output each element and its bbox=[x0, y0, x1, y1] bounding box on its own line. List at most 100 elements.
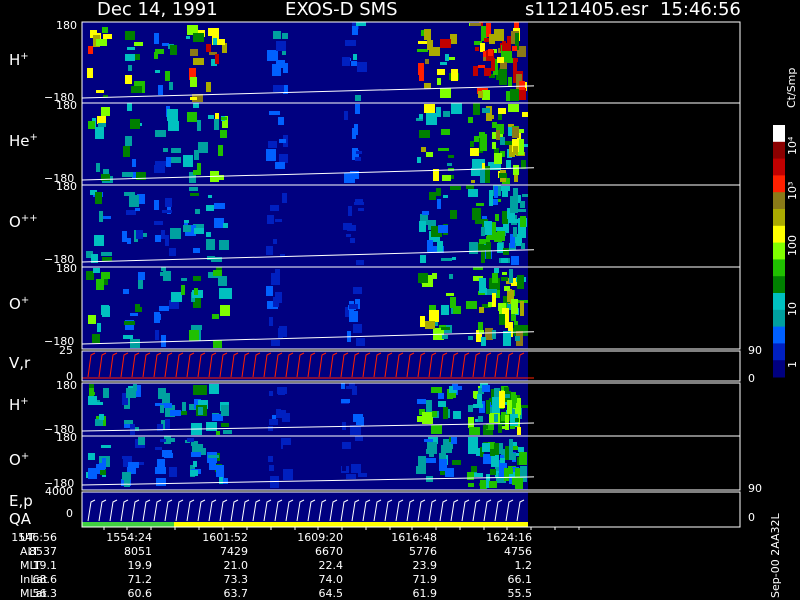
spectrogram-cell bbox=[427, 442, 437, 454]
table-cell: 1601:52 bbox=[202, 531, 248, 544]
spectrogram-cell bbox=[355, 436, 363, 441]
spectrogram-cell bbox=[130, 313, 138, 316]
spectrogram-cell bbox=[219, 39, 225, 45]
spectrogram-cell bbox=[184, 220, 189, 223]
spectrogram-cell bbox=[480, 43, 485, 52]
spectrogram-cell bbox=[357, 62, 367, 72]
spectrogram-cell bbox=[266, 149, 276, 161]
spectrogram-cell bbox=[278, 328, 283, 338]
spectrogram-cell bbox=[505, 415, 509, 430]
spectrogram-cell bbox=[198, 142, 208, 153]
spectrogram-cell bbox=[214, 218, 224, 228]
spectrogram-cell bbox=[495, 214, 499, 221]
spectrogram-cell bbox=[517, 427, 521, 435]
spectrogram-cell bbox=[515, 418, 519, 422]
spectrogram-cell bbox=[467, 472, 474, 480]
spectrogram-cell bbox=[165, 419, 170, 429]
spectrogram-cell bbox=[128, 65, 132, 71]
spectrogram-cell bbox=[351, 61, 357, 66]
spectrogram-cell bbox=[88, 121, 95, 129]
spectrogram-cell bbox=[131, 86, 142, 93]
spectrogram-cell bbox=[101, 107, 110, 116]
spectrogram-cell bbox=[468, 117, 473, 123]
spectrogram-cell bbox=[494, 414, 498, 422]
spectrogram-cell bbox=[513, 146, 518, 154]
spectrogram-cell bbox=[181, 285, 185, 295]
spectrogram-cell bbox=[499, 68, 507, 85]
spectrogram-cell bbox=[422, 211, 429, 215]
y-tick-top-6: 180 bbox=[56, 379, 77, 392]
spectrogram-cell bbox=[267, 50, 278, 61]
spectrogram-cell bbox=[158, 85, 163, 95]
panel-label-o-plus-2: O+ bbox=[9, 451, 30, 469]
table-cell: 6670 bbox=[315, 545, 343, 558]
spectrogram-cell bbox=[159, 306, 169, 311]
panel-label-o-plus: O+ bbox=[9, 295, 30, 313]
spectrogram-cell bbox=[160, 405, 164, 413]
spectrogram-cell bbox=[158, 388, 166, 399]
spectrogram-cell bbox=[478, 322, 483, 330]
spectrogram-cell bbox=[162, 210, 172, 213]
spectrogram-cell bbox=[483, 454, 491, 464]
spectrogram-cell bbox=[348, 206, 352, 216]
spectrogram-cell bbox=[443, 407, 448, 419]
spectrogram-cell bbox=[169, 82, 173, 90]
spectrogram-cell bbox=[276, 41, 286, 51]
spectrogram-cell bbox=[130, 424, 135, 435]
table-cell: 71.9 bbox=[412, 573, 438, 586]
spectrogram-cell bbox=[208, 455, 219, 458]
spectrogram-cell bbox=[197, 163, 201, 171]
spectrogram-cell bbox=[501, 258, 508, 263]
spectrogram-cell bbox=[130, 339, 140, 348]
spectrogram-cell bbox=[101, 272, 110, 279]
colorbar-tick-10000: 10⁴ bbox=[786, 136, 799, 155]
spectrogram-cell bbox=[273, 239, 277, 244]
spectrogram-cell bbox=[352, 26, 358, 35]
spectrogram-cell bbox=[123, 146, 130, 157]
table-cell: 71.2 bbox=[127, 573, 153, 586]
spectrogram-cell bbox=[208, 28, 219, 36]
spectrogram-cell bbox=[92, 334, 100, 343]
spectrogram-cell bbox=[511, 299, 518, 314]
spectrogram-cell bbox=[480, 169, 485, 183]
spectrogram-cell bbox=[206, 232, 211, 237]
spectrogram-cell bbox=[449, 57, 455, 60]
spectrogram-cell bbox=[450, 186, 461, 190]
spectrogram-cell bbox=[513, 227, 517, 237]
spectrogram-cell bbox=[267, 215, 274, 224]
spectrogram-cell bbox=[489, 481, 497, 488]
spectrogram-cell bbox=[102, 306, 110, 317]
spectrogram-cell bbox=[356, 260, 364, 265]
spectrogram-cell bbox=[417, 157, 421, 163]
spectrogram-cell bbox=[509, 269, 513, 283]
spectrogram-cell bbox=[88, 396, 97, 405]
table-cell: 64.5 bbox=[318, 587, 344, 600]
spectrogram-cell bbox=[193, 248, 200, 253]
panel-background bbox=[82, 492, 528, 527]
spectrogram-cell bbox=[342, 57, 350, 66]
spectrogram-cell bbox=[136, 230, 143, 239]
table-cell: 19.9 bbox=[127, 559, 153, 572]
spectrogram-cell bbox=[275, 444, 279, 454]
spectrogram-cell bbox=[99, 414, 104, 420]
spectrogram-cell bbox=[427, 240, 433, 252]
spectrogram-cell bbox=[498, 108, 506, 114]
spectrogram-cell bbox=[494, 186, 498, 198]
spectrogram-cell bbox=[507, 400, 512, 414]
spectrogram-cell bbox=[468, 189, 478, 197]
spectrogram-cell bbox=[431, 425, 442, 434]
spectrogram-cell bbox=[468, 336, 473, 340]
table-cell: 5776 bbox=[409, 545, 437, 558]
spectrogram-cell bbox=[356, 151, 362, 154]
spectrogram-cell bbox=[440, 39, 451, 48]
spectrogram-cell bbox=[127, 238, 131, 244]
spectrogram-cell bbox=[355, 95, 361, 101]
spectrogram-cell bbox=[492, 293, 496, 307]
spectrogram-cell bbox=[425, 321, 435, 329]
table-cell: 56.3 bbox=[32, 587, 58, 600]
spectrogram-cell bbox=[441, 305, 449, 315]
spectrogram-cell bbox=[155, 161, 166, 166]
table-cell: 73.3 bbox=[223, 573, 249, 586]
spectrogram-cell bbox=[421, 147, 426, 152]
spectrogram-cell bbox=[198, 407, 203, 415]
